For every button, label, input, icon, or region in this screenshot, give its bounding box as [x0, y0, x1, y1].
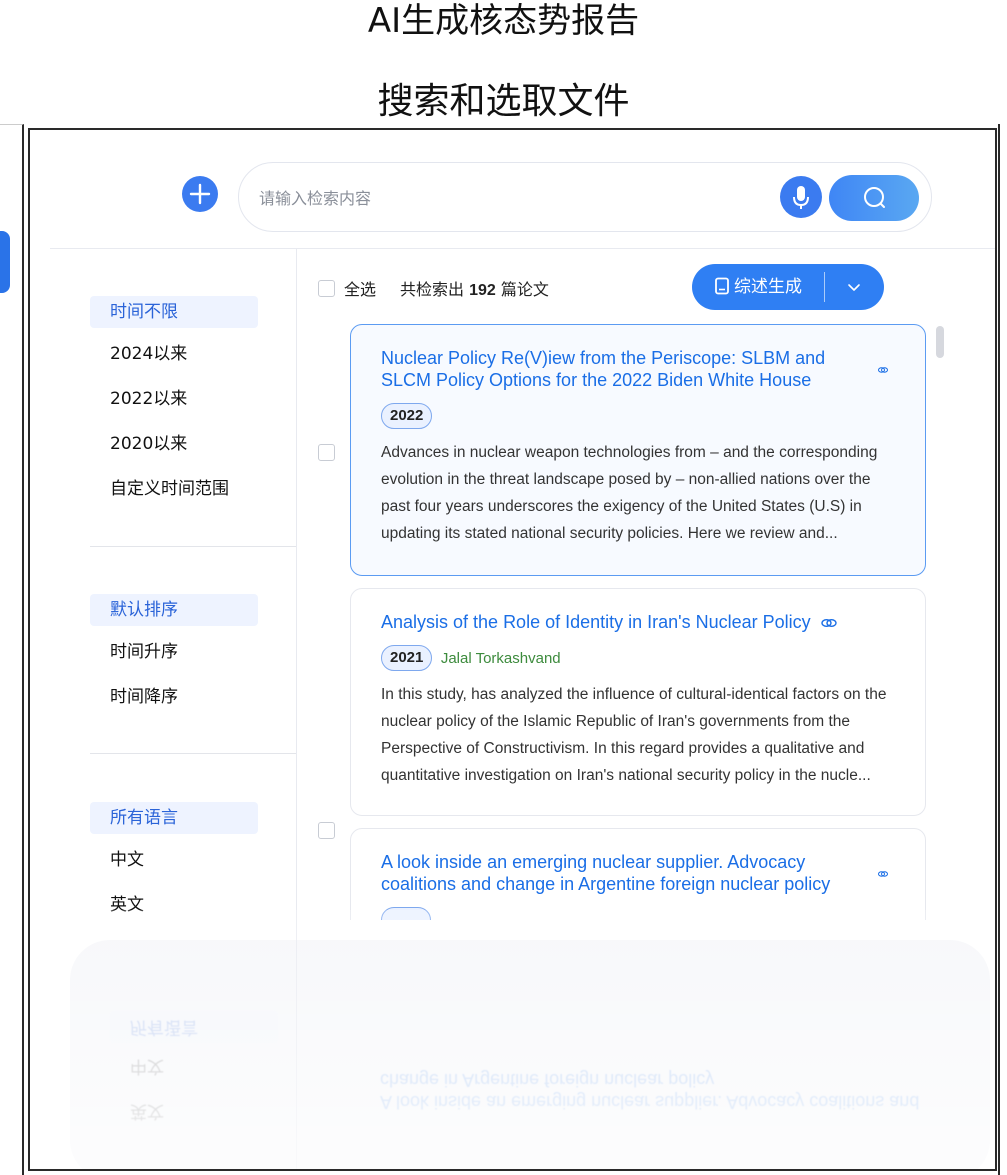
result-abstract: Advances in nuclear weapon technologies …: [381, 444, 878, 542]
year-badge: 2022: [381, 403, 433, 429]
link-icon[interactable]: [877, 365, 889, 375]
filter-divider: [90, 546, 296, 547]
result-count-suffix: 篇论文: [500, 280, 549, 299]
result-meta: 2021 Jalal Torkashvand: [381, 645, 895, 671]
select-all-checkbox[interactable]: [318, 280, 335, 297]
result-author[interactable]: Jalal Torkashvand: [441, 650, 561, 667]
search-window: 时间不限 2024以来 2022以来 2020以来 自定义时间范围 默认排序 时…: [28, 128, 997, 1171]
result-count-number: 192: [469, 282, 496, 299]
result-card[interactable]: Nuclear Policy Re(V)iew from the Perisco…: [350, 324, 926, 576]
result-checkbox[interactable]: [318, 444, 335, 461]
filter-time-custom[interactable]: 自定义时间范围: [90, 467, 260, 512]
search-button[interactable]: [829, 175, 919, 221]
result-title[interactable]: Nuclear Policy Re(V)iew from the Perisco…: [381, 347, 895, 391]
language-all[interactable]: 所有语言: [90, 802, 258, 834]
generate-options-dropdown[interactable]: [825, 264, 884, 310]
result-count: 共检索出 192 篇论文: [400, 276, 549, 300]
reflection-fade: [50, 910, 995, 1169]
right-panel-edge: [998, 124, 1007, 1175]
result-title-text: Analysis of the Role of Identity in Iran…: [381, 612, 811, 632]
generate-review-label: 综述生成: [734, 277, 802, 297]
left-panel-tab[interactable]: [0, 231, 10, 293]
filter-time-2024[interactable]: 2024以来: [90, 332, 260, 377]
sort-filter: 默认排序 时间升序 时间降序: [90, 594, 260, 720]
result-abstract: In this study, has analyzed the influenc…: [381, 686, 887, 784]
sort-time-asc[interactable]: 时间升序: [90, 630, 260, 675]
result-card[interactable]: A look inside an emerging nuclear suppli…: [350, 828, 926, 920]
filter-divider: [90, 753, 296, 754]
result-checkbox[interactable]: [318, 822, 335, 839]
chevron-down-icon: [848, 284, 860, 291]
link-icon[interactable]: [820, 616, 838, 630]
generate-review-button: 综述生成: [692, 264, 884, 310]
link-icon[interactable]: [877, 869, 889, 879]
language-chinese[interactable]: 中文: [90, 838, 260, 883]
sort-default[interactable]: 默认排序: [90, 594, 258, 626]
plus-icon: [189, 183, 211, 205]
search-bar: [238, 162, 932, 232]
select-all-label[interactable]: 全选: [344, 276, 376, 300]
result-list: Nuclear Policy Re(V)iew from the Perisco…: [310, 320, 950, 920]
filter-time-any[interactable]: 时间不限: [90, 296, 258, 328]
add-button[interactable]: [182, 176, 218, 212]
search-icon: [864, 187, 885, 208]
reflection-overlay: 英文 中文 所有语言 A look inside an emerging nuc…: [50, 910, 995, 1169]
result-meta: 2022: [381, 403, 895, 429]
voice-input-button[interactable]: [780, 176, 822, 218]
generate-review-main[interactable]: 综述生成: [692, 264, 824, 310]
result-card[interactable]: Analysis of the Role of Identity in Iran…: [350, 588, 926, 816]
microphone-icon: [793, 186, 809, 209]
result-title[interactable]: A look inside an emerging nuclear suppli…: [381, 851, 895, 895]
left-panel-edge: [0, 124, 24, 1175]
result-title[interactable]: Analysis of the Role of Identity in Iran…: [381, 611, 895, 633]
year-badge: 2021: [381, 645, 433, 671]
time-filter: 时间不限 2024以来 2022以来 2020以来 自定义时间范围: [90, 296, 260, 512]
sort-time-desc[interactable]: 时间降序: [90, 675, 260, 720]
filter-time-2022[interactable]: 2022以来: [90, 377, 260, 422]
document-icon: [715, 277, 729, 295]
page-title: AI生成核态势报告: [367, 1, 640, 41]
page-subtitle: 搜索和选取文件: [377, 81, 630, 122]
filter-time-2020[interactable]: 2020以来: [90, 422, 260, 467]
search-input[interactable]: [259, 183, 739, 213]
result-count-prefix: 共检索出: [400, 280, 465, 299]
header-divider: [50, 248, 995, 249]
